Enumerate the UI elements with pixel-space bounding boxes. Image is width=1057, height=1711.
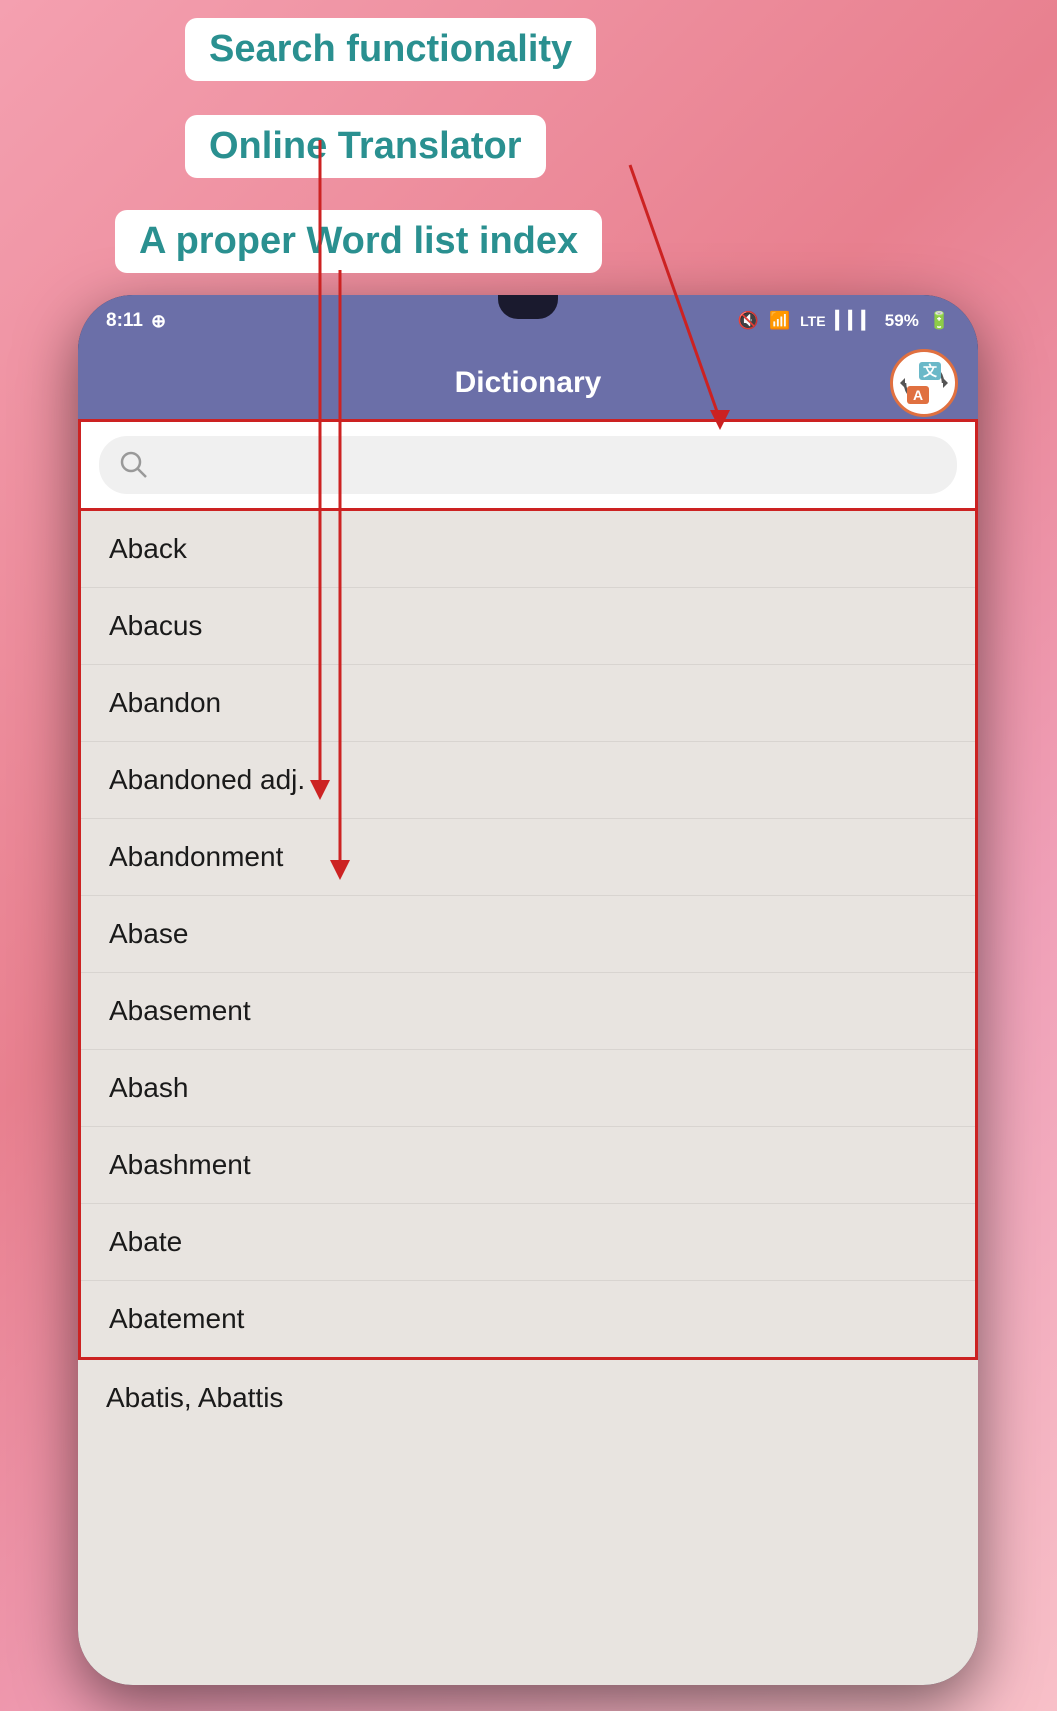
- status-right: 🔇 📶 LTE ▎▎▎ 59% 🔋: [738, 311, 950, 331]
- list-item[interactable]: Abandonment: [81, 819, 975, 896]
- list-item-outside[interactable]: Abatis, Abattis: [78, 1360, 978, 1436]
- list-item[interactable]: Abandon: [81, 665, 975, 742]
- list-item[interactable]: Abashment: [81, 1127, 975, 1204]
- search-bar-container: [78, 419, 978, 511]
- lte-label: LTE: [800, 313, 825, 329]
- battery-icon: 🔋: [929, 311, 950, 331]
- list-item[interactable]: Abandoned adj.: [81, 742, 975, 819]
- online-translator-label: Online Translator: [185, 115, 546, 178]
- search-bar[interactable]: [99, 436, 957, 494]
- word-list: Aback Abacus Abandon Abandoned adj. Aban…: [78, 511, 978, 1360]
- phone-frame: 8:11 ⊕ 🔇 📶 LTE ▎▎▎ 59% 🔋 Dictionary: [78, 295, 978, 1685]
- whatsapp-icon: ⊕: [151, 311, 166, 332]
- app-title: Dictionary: [455, 366, 602, 400]
- wifi-icon: 📶: [769, 311, 790, 331]
- translate-button-inner: 文 A: [897, 356, 952, 411]
- phone-content: Aback Abacus Abandon Abandoned adj. Aban…: [78, 419, 978, 1685]
- translate-button[interactable]: 文 A: [890, 349, 958, 417]
- svg-text:文: 文: [923, 363, 938, 379]
- list-item[interactable]: Abash: [81, 1050, 975, 1127]
- list-item[interactable]: Abase: [81, 896, 975, 973]
- list-item[interactable]: Abate: [81, 1204, 975, 1281]
- phone-notch: [498, 295, 558, 319]
- list-item[interactable]: Abasement: [81, 973, 975, 1050]
- battery-level: 59%: [885, 311, 919, 331]
- list-item[interactable]: Aback: [81, 511, 975, 588]
- mute-icon: 🔇: [738, 311, 759, 331]
- list-item[interactable]: Abatement: [81, 1281, 975, 1357]
- search-functionality-label: Search functionality: [185, 18, 596, 81]
- signal-bars-icon: ▎▎▎: [836, 311, 875, 331]
- word-list-index-label: A proper Word list index: [115, 210, 602, 273]
- list-item[interactable]: Abacus: [81, 588, 975, 665]
- translate-arrows-icon: 文 A: [897, 356, 952, 411]
- app-header: Dictionary 文 A: [78, 347, 978, 419]
- svg-text:A: A: [912, 387, 922, 403]
- status-time: 8:11: [106, 310, 143, 332]
- search-icon: [119, 450, 149, 480]
- status-left: 8:11 ⊕: [106, 310, 166, 332]
